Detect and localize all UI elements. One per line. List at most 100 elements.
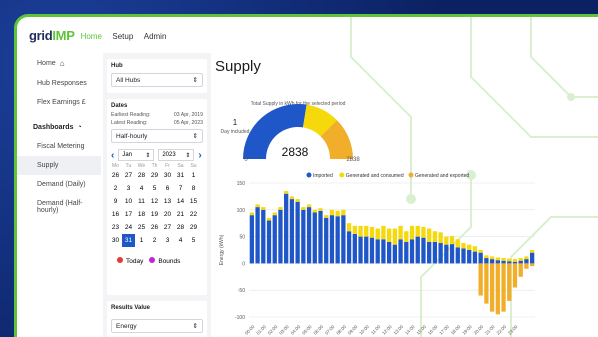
bar-imported[interactable] — [306, 207, 312, 264]
bar-generated-and-consumed[interactable] — [478, 250, 483, 253]
bar-generated-and-consumed[interactable] — [278, 207, 283, 210]
bar-generated-and-exported[interactable] — [484, 263, 489, 304]
calendar-day[interactable]: 15 — [187, 195, 200, 208]
bar-imported[interactable] — [341, 215, 346, 264]
bar-imported[interactable] — [518, 260, 523, 264]
bar-generated-and-consumed[interactable] — [438, 232, 443, 244]
calendar-day[interactable]: 10 — [122, 195, 135, 208]
bar-imported[interactable] — [364, 236, 369, 264]
calendar-day[interactable]: 6 — [161, 182, 174, 195]
calendar-day[interactable]: 19 — [148, 208, 161, 221]
bar-imported[interactable] — [507, 261, 512, 264]
bar-generated-and-consumed[interactable] — [392, 228, 398, 245]
bounds-legend[interactable]: Bounds — [149, 257, 180, 265]
calendar-day[interactable]: 23 — [109, 221, 122, 234]
bar-generated-and-consumed[interactable] — [324, 215, 329, 218]
calendar-day[interactable]: 24 — [122, 221, 135, 234]
calendar-day[interactable]: 26 — [109, 169, 122, 182]
calendar-day[interactable]: 1 — [135, 234, 148, 247]
sidebar-item-supply[interactable]: Supply — [17, 156, 101, 175]
sidebar-item-fiscal-metering[interactable]: Fiscal Metering — [17, 137, 101, 156]
calendar-day[interactable]: 8 — [187, 182, 200, 195]
bar-generated-and-consumed[interactable] — [284, 191, 289, 194]
nav-home[interactable]: Home — [81, 32, 102, 41]
bar-generated-and-consumed[interactable] — [524, 256, 529, 260]
sidebar-item-hub-responses[interactable]: Hub Responses — [17, 74, 101, 93]
bar-generated-and-consumed[interactable] — [455, 239, 460, 248]
chevron-right-icon[interactable]: › — [198, 150, 201, 161]
bar-imported[interactable] — [415, 236, 420, 264]
calendar-day[interactable]: 2 — [109, 182, 122, 195]
calendar-day[interactable]: 5 — [187, 234, 200, 247]
bar-generated-and-consumed[interactable] — [341, 209, 346, 216]
bar-imported[interactable] — [284, 193, 289, 264]
bar-generated-and-consumed[interactable] — [301, 207, 306, 210]
legend-label[interactable]: Imported — [313, 173, 333, 179]
bar-generated-and-consumed[interactable] — [444, 236, 449, 245]
bar-generated-and-exported[interactable] — [507, 263, 512, 301]
bar-imported[interactable] — [318, 210, 323, 264]
calendar-day[interactable]: 31 — [174, 169, 187, 182]
bar-imported[interactable] — [381, 239, 386, 264]
bar-generated-and-exported[interactable] — [495, 263, 500, 315]
bar-generated-and-consumed[interactable] — [335, 210, 340, 217]
bar-imported[interactable] — [489, 259, 495, 264]
today-legend[interactable]: Today — [117, 257, 143, 265]
bar-generated-and-consumed[interactable] — [501, 258, 506, 261]
bar-generated-and-exported[interactable] — [529, 263, 535, 267]
bar-imported[interactable] — [427, 241, 432, 264]
bar-generated-and-consumed[interactable] — [381, 225, 386, 240]
hub-select[interactable]: All Hubs ⇕ — [111, 73, 203, 87]
calendar-day[interactable]: 16 — [109, 208, 122, 221]
bar-generated-and-consumed[interactable] — [432, 231, 438, 242]
bar-imported[interactable] — [467, 250, 472, 264]
bar-imported[interactable] — [404, 241, 409, 264]
bar-generated-and-consumed[interactable] — [289, 196, 295, 200]
bar-generated-and-consumed[interactable] — [507, 258, 512, 262]
calendar-day[interactable]: 5 — [148, 182, 161, 195]
bar-imported[interactable] — [455, 247, 460, 264]
calendar-day[interactable]: 20 — [161, 208, 174, 221]
bar-generated-and-consumed[interactable] — [489, 256, 495, 260]
sidebar-item-demand-half-hourly[interactable]: Demand (Half-hourly) — [17, 194, 101, 220]
year-select[interactable]: 2023 ⇕ — [158, 149, 195, 161]
bar-generated-and-consumed[interactable] — [306, 204, 312, 208]
bar-generated-and-consumed[interactable] — [449, 236, 455, 245]
bar-generated-and-consumed[interactable] — [484, 255, 489, 259]
nav-admin[interactable]: Admin — [144, 32, 167, 41]
calendar-day-selected[interactable]: 31 — [122, 234, 135, 247]
bar-imported[interactable] — [461, 248, 466, 264]
bar-generated-and-consumed[interactable] — [404, 231, 409, 242]
calendar-day[interactable]: 28 — [135, 169, 148, 182]
bar-generated-and-consumed[interactable] — [472, 246, 478, 252]
bar-generated-and-consumed[interactable] — [409, 225, 415, 240]
calendar-day[interactable]: 3 — [161, 234, 174, 247]
calendar-day[interactable]: 18 — [135, 208, 148, 221]
bar-generated-and-consumed[interactable] — [375, 228, 380, 240]
sidebar-item-home[interactable]: Home ⌂ — [17, 53, 101, 74]
bar-generated-and-consumed[interactable] — [512, 259, 518, 262]
calendar-day[interactable]: 11 — [135, 195, 148, 208]
bar-generated-and-exported[interactable] — [501, 263, 506, 312]
bar-generated-and-consumed[interactable] — [398, 225, 403, 240]
bar-imported[interactable] — [386, 241, 392, 264]
bar-generated-and-consumed[interactable] — [518, 258, 523, 261]
calendar-day[interactable]: 4 — [135, 182, 148, 195]
sidebar-section-dashboards[interactable]: Dashboards ◔ — [17, 118, 101, 137]
bar-generated-and-consumed[interactable] — [318, 208, 323, 211]
calendar-day[interactable]: 22 — [187, 208, 200, 221]
calendar-day[interactable]: 3 — [122, 182, 135, 195]
bar-generated-and-consumed[interactable] — [369, 226, 375, 238]
calendar-day[interactable]: 13 — [161, 195, 174, 208]
calendar-day[interactable]: 29 — [187, 221, 200, 234]
calendar-day[interactable]: 30 — [109, 234, 122, 247]
calendar-day[interactable]: 21 — [174, 208, 187, 221]
app-logo[interactable]: gridIMP — [29, 28, 75, 43]
bar-imported[interactable] — [352, 233, 357, 264]
bar-imported[interactable] — [324, 217, 329, 264]
nav-setup[interactable]: Setup — [112, 32, 133, 41]
calendar-day[interactable]: 28 — [174, 221, 187, 234]
bar-imported[interactable] — [375, 239, 380, 264]
bar-imported[interactable] — [261, 209, 266, 264]
bar-generated-and-exported[interactable] — [489, 263, 495, 312]
